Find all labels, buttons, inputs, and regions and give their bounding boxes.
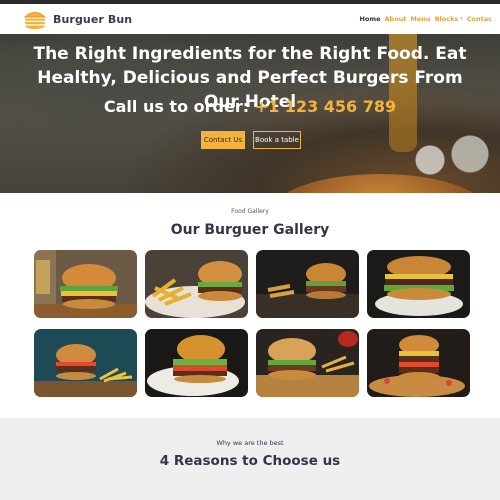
phone-label: Call us to order: xyxy=(103,97,255,116)
burger-photo[interactable] xyxy=(34,250,137,318)
burger-photo[interactable] xyxy=(367,250,470,318)
book-table-button[interactable]: Book a table xyxy=(253,131,301,149)
reasons-section: Why we are the best 4 Reasons to Choose … xyxy=(0,418,500,500)
hero-buttons: Contact Us Book a table xyxy=(0,131,500,149)
nav-blocks[interactable]: Blocks xyxy=(435,15,459,23)
brand-logo[interactable]: Burguer Bun xyxy=(23,8,132,30)
nav-menu[interactable]: Menu xyxy=(410,15,430,23)
reasons-title: 4 Reasons to Choose us xyxy=(159,453,341,469)
burger-fries-photo[interactable] xyxy=(145,250,248,318)
burger-fries-photo[interactable] xyxy=(256,250,359,318)
gallery-grid xyxy=(34,250,470,398)
burger-photo[interactable] xyxy=(145,329,248,397)
hero-phone: Call us to order: +1 123 456 789 xyxy=(0,97,500,116)
site-header: Burguer Bun Home About Menu Blocks ▾ Con… xyxy=(0,4,500,34)
nav-about[interactable]: About xyxy=(385,15,407,23)
phone-number[interactable]: +1 123 456 789 xyxy=(255,97,396,116)
chevron-down-icon[interactable]: ▾ xyxy=(460,16,463,22)
contact-us-button[interactable]: Contact Us xyxy=(201,131,245,149)
reasons-subtitle: Why we are the best xyxy=(216,439,284,447)
burger-fries-photo[interactable] xyxy=(256,329,359,397)
gallery-subtitle: Food Gallery xyxy=(231,208,269,215)
hero-banner: The Right Ingredients for the Right Food… xyxy=(0,34,500,193)
main-nav: Home About Menu Blocks ▾ Contac xyxy=(359,15,492,23)
burger-logo-icon xyxy=(23,8,47,30)
nav-home[interactable]: Home xyxy=(359,15,380,23)
gallery-title: Our Burguer Gallery xyxy=(170,222,330,238)
burger-photo[interactable] xyxy=(367,329,470,397)
burger-fries-photo[interactable] xyxy=(34,329,137,397)
nav-contact[interactable]: Contac xyxy=(467,15,492,23)
brand-name: Burguer Bun xyxy=(53,12,133,26)
